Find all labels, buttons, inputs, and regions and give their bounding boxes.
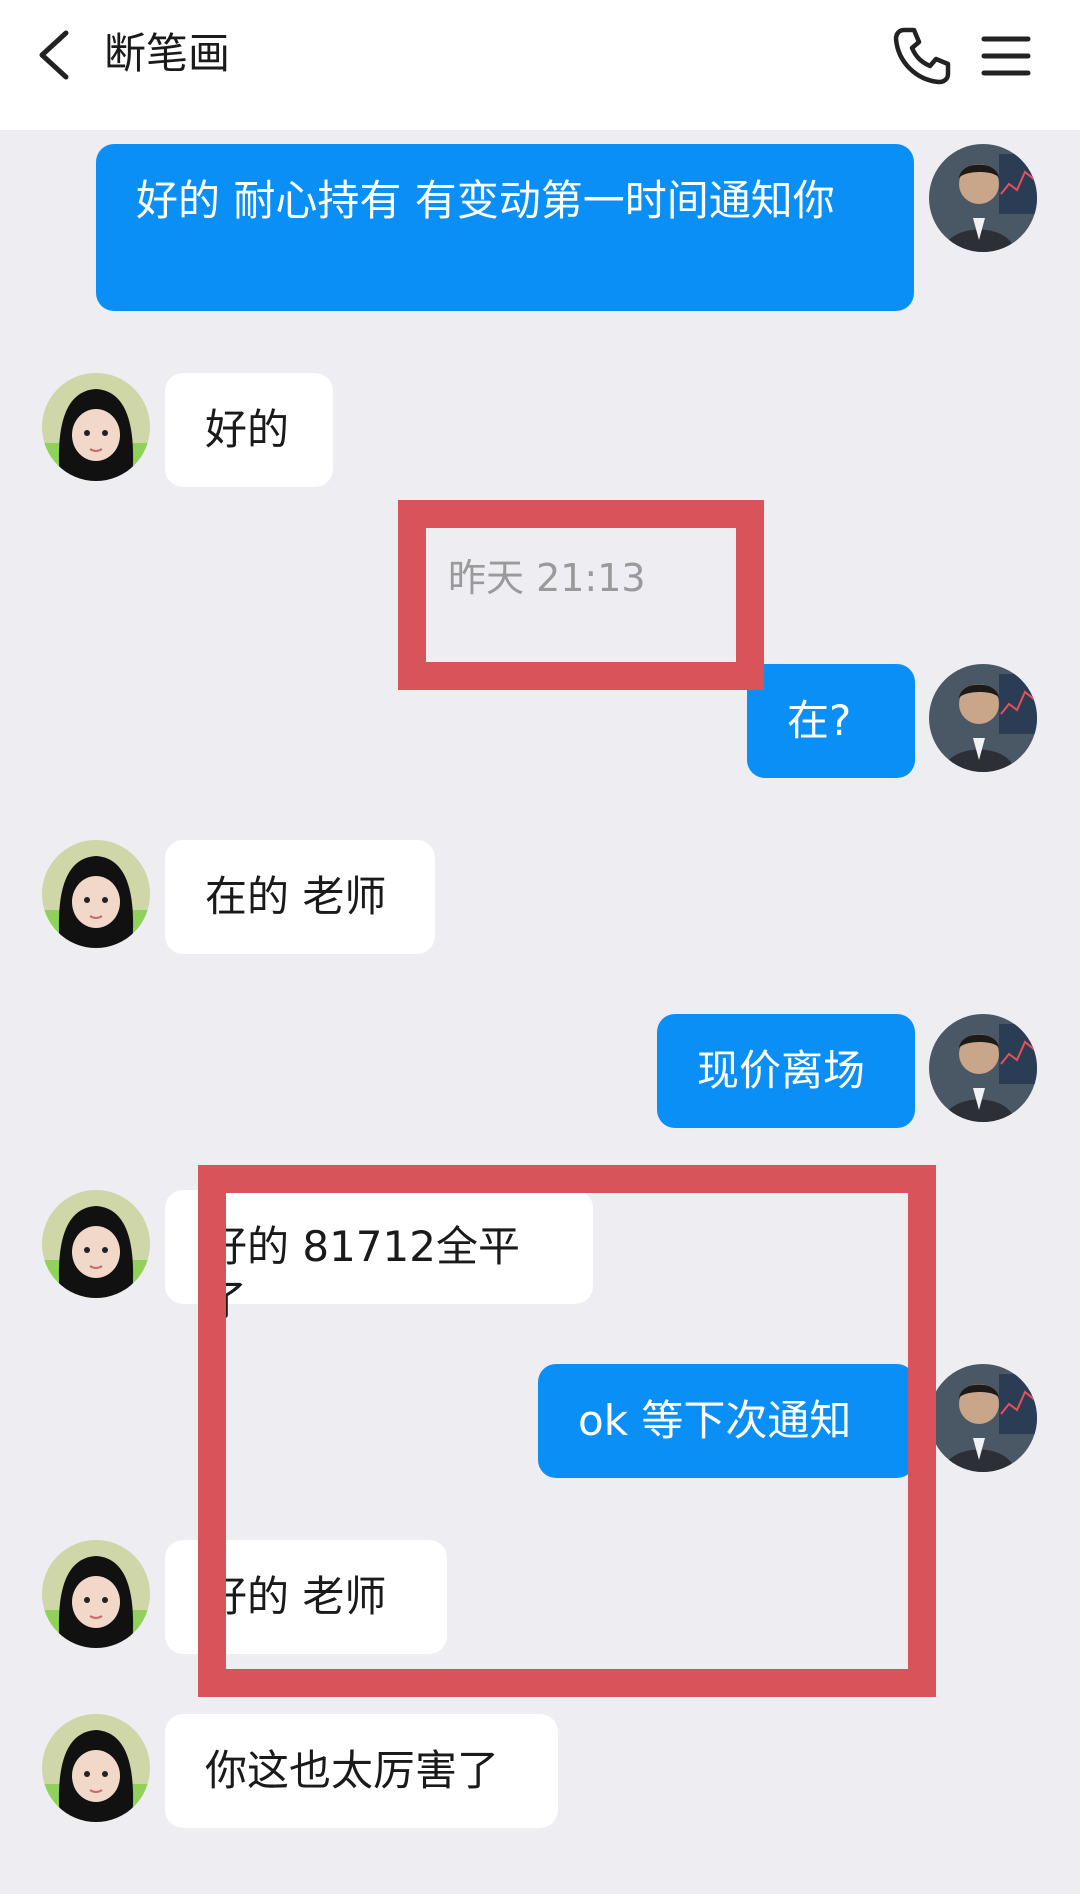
message-timestamp: 昨天 21:13 <box>448 556 646 600</box>
outgoing-message-bubble[interactable]: 好的 耐心持有 有变动第一时间通知你 <box>96 144 914 311</box>
my-avatar[interactable] <box>929 664 1037 772</box>
incoming-message-bubble[interactable]: 好的 <box>165 373 333 487</box>
contact-avatar[interactable] <box>42 1540 150 1648</box>
menu-button[interactable] <box>980 30 1032 82</box>
contact-avatar[interactable] <box>42 1190 150 1298</box>
outgoing-message-bubble[interactable]: 在? <box>747 664 915 778</box>
call-button[interactable] <box>890 24 954 88</box>
chevron-left-icon <box>39 30 69 80</box>
incoming-message-bubble[interactable]: 好的 81712全平了 <box>165 1190 593 1325</box>
phone-icon <box>893 27 951 85</box>
incoming-message-bubble[interactable]: 在的 老师 <box>165 840 435 954</box>
contact-avatar[interactable] <box>42 840 150 948</box>
chat-title: 断笔画 <box>104 29 231 78</box>
outgoing-message-bubble[interactable]: 现价离场 <box>657 1014 915 1128</box>
contact-avatar[interactable] <box>42 1714 150 1822</box>
back-button[interactable] <box>28 25 88 85</box>
chat-header: 断笔画 <box>0 0 1080 130</box>
my-avatar[interactable] <box>929 144 1037 252</box>
menu-icon <box>981 36 1031 76</box>
incoming-message-bubble[interactable]: 好的 老师 <box>165 1540 447 1654</box>
my-avatar[interactable] <box>929 1014 1037 1122</box>
incoming-message-bubble[interactable]: 你这也太厉害了 <box>165 1714 558 1828</box>
outgoing-message-bubble[interactable]: ok 等下次通知 <box>538 1364 915 1478</box>
my-avatar[interactable] <box>929 1364 1037 1472</box>
contact-avatar[interactable] <box>42 373 150 481</box>
